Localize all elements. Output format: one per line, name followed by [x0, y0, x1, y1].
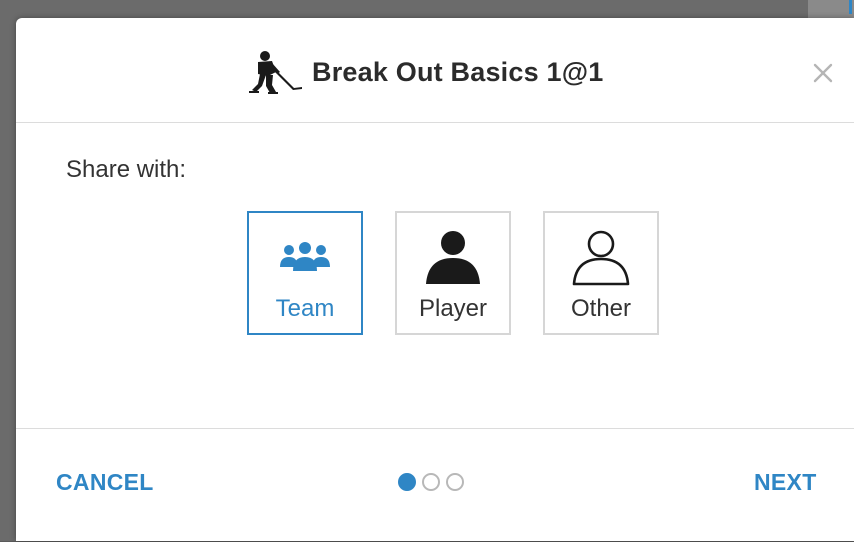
- step-dot-3: [446, 473, 464, 491]
- share-option-label: Team: [275, 295, 335, 322]
- user-outline-icon-wrap: [545, 227, 657, 289]
- dialog-title: Break Out Basics 1@1: [312, 56, 604, 87]
- dialog-footer: CANCEL NEXT: [16, 428, 854, 542]
- player-icon: [426, 231, 480, 284]
- dialog-header: Break Out Basics 1@1: [16, 18, 854, 123]
- close-icon[interactable]: [812, 62, 834, 84]
- user-outline-icon: [572, 230, 630, 286]
- share-option-label: Player: [418, 295, 488, 322]
- share-with-label: Share with:: [66, 156, 187, 183]
- step-dot-1: [398, 473, 416, 491]
- next-button[interactable]: NEXT: [754, 469, 817, 496]
- hockey-player-icon: [249, 51, 302, 94]
- share-dialog: Break Out Basics 1@1 Share with: Team Pl…: [16, 18, 854, 541]
- cancel-button[interactable]: CANCEL: [56, 469, 154, 496]
- team-icon-wrap: [249, 227, 361, 289]
- share-option-player[interactable]: Player: [395, 211, 511, 335]
- share-option-label: Other: [570, 295, 632, 322]
- dialog-title-group: Break Out Basics 1@1: [246, 50, 603, 94]
- player-icon-wrap: [397, 227, 509, 289]
- share-option-team[interactable]: Team: [247, 211, 363, 335]
- share-option-other[interactable]: Other: [543, 211, 659, 335]
- background-accent-bar: [849, 0, 852, 14]
- background-window-edge: [808, 0, 854, 20]
- step-indicator: [398, 473, 464, 491]
- team-icon: [280, 242, 330, 271]
- step-dot-2: [422, 473, 440, 491]
